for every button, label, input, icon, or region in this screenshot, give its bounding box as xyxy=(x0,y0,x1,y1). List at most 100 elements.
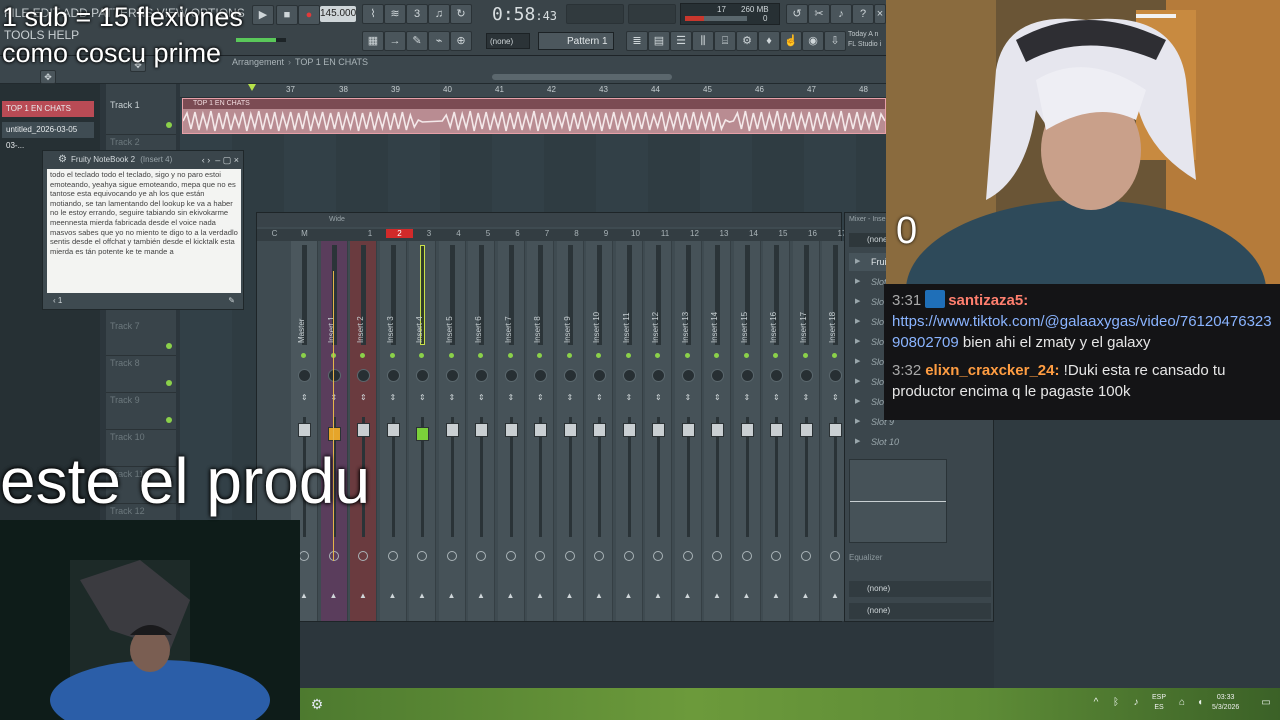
window-controls[interactable]: ‹ › – ▢ × xyxy=(202,151,239,169)
pan-knob[interactable] xyxy=(652,369,665,382)
mixer-strip[interactable]: Insert 6 ⇕ ▲ xyxy=(468,241,495,621)
stereo-icon[interactable]: ⇕ xyxy=(685,393,692,402)
mixer-strip[interactable]: Insert 15 ⇕ ▲ xyxy=(733,241,761,621)
mute-led[interactable] xyxy=(743,353,749,358)
chevron-up-icon[interactable]: ^ xyxy=(1090,697,1102,709)
route-button[interactable] xyxy=(623,551,634,561)
mute-led[interactable] xyxy=(625,353,631,358)
volume-fader[interactable] xyxy=(770,423,783,437)
slot-arrow-icon[interactable]: ▶ xyxy=(855,273,860,291)
track-header[interactable]: Track 8 xyxy=(106,356,176,393)
mixer-strip[interactable]: Insert 9 ⇕ ▲ xyxy=(556,241,584,621)
mixer-icon[interactable]: ⫼ xyxy=(692,31,714,51)
send-arrow-icon[interactable]: ▲ xyxy=(625,591,633,600)
pan-knob[interactable] xyxy=(327,369,341,382)
mute-led[interactable] xyxy=(507,353,513,358)
route-button[interactable] xyxy=(682,551,693,561)
slot-arrow-icon[interactable]: ▶ xyxy=(855,353,860,371)
notebook-titlebar[interactable]: ⚙ Fruity NoteBook 2 (Insert 4) ‹ › – ▢ × xyxy=(43,151,243,169)
mute-led[interactable] xyxy=(566,353,572,358)
pan-knob[interactable] xyxy=(622,369,636,382)
route-button[interactable] xyxy=(535,551,545,561)
route-button[interactable] xyxy=(800,551,811,561)
close-icon[interactable]: × xyxy=(874,4,886,24)
send-arrow-icon[interactable]: ▲ xyxy=(595,591,603,600)
piano-roll-icon[interactable]: ▤ xyxy=(648,31,670,51)
metronome-icon[interactable]: ⌇ xyxy=(362,4,384,24)
clock[interactable]: 03:33 5/3/2026 xyxy=(1212,693,1239,713)
edit-icon[interactable]: ✎ xyxy=(228,294,235,307)
gear-icon[interactable]: ⚙ xyxy=(58,154,67,166)
chat-username[interactable]: santizaza5: xyxy=(948,292,1028,309)
output-select[interactable]: (none) xyxy=(849,603,991,619)
bluetooth-icon[interactable]: ᛒ xyxy=(1110,697,1122,709)
send-arrow-icon[interactable]: ▲ xyxy=(684,591,692,600)
blend-notes-icon[interactable]: ♫ xyxy=(428,4,450,24)
stereo-icon[interactable]: ⇕ xyxy=(803,393,810,402)
mute-led[interactable] xyxy=(655,353,660,358)
language-indicator[interactable]: ESP ES xyxy=(1152,693,1166,713)
send-arrow-icon[interactable]: ▲ xyxy=(359,591,367,600)
mixer-strip[interactable]: Insert 3 ⇕ ▲ xyxy=(379,241,407,621)
volume-fader[interactable] xyxy=(829,423,842,437)
route-button[interactable] xyxy=(476,551,486,561)
stereo-icon[interactable]: ⇕ xyxy=(626,393,633,402)
route-button[interactable] xyxy=(830,551,840,561)
stereo-icon[interactable]: ⇕ xyxy=(714,393,721,402)
undo-icon[interactable]: ↺ xyxy=(786,4,808,24)
mixer-strip[interactable]: Insert 7 ⇕ ▲ xyxy=(497,241,525,621)
mixer-titlebar[interactable]: Wide xyxy=(257,213,841,227)
mixer-strip[interactable]: Insert 5 ⇕ ▲ xyxy=(438,241,466,621)
pan-knob[interactable] xyxy=(681,369,695,382)
stereo-icon[interactable]: ⇕ xyxy=(478,393,485,402)
tempo-display[interactable]: 145.000 xyxy=(320,6,356,22)
volume-fader[interactable] xyxy=(681,423,695,437)
send-arrow-icon[interactable]: ▲ xyxy=(566,591,574,600)
mute-led[interactable] xyxy=(419,353,424,358)
stereo-icon[interactable]: ⇕ xyxy=(331,393,338,402)
render-icon[interactable]: ⇩ xyxy=(824,31,846,51)
route-button[interactable] xyxy=(417,551,427,561)
volume-fader[interactable] xyxy=(357,423,370,437)
mute-led[interactable] xyxy=(389,353,395,358)
mixer-strip[interactable]: Insert 13 ⇕ ▲ xyxy=(674,241,702,621)
route-button[interactable] xyxy=(564,551,575,561)
paint-icon[interactable]: ⌁ xyxy=(428,31,450,51)
track-header[interactable]: Track 1 xyxy=(106,98,176,135)
pitch-knob[interactable] xyxy=(628,4,676,24)
volume-fader[interactable] xyxy=(475,423,488,437)
pan-knob[interactable] xyxy=(740,369,754,382)
send-arrow-icon[interactable]: ▲ xyxy=(802,591,810,600)
mixer-window[interactable]: Wide CM123456789101112131415161718 Maste… xyxy=(256,212,876,622)
notebook-window[interactable]: ⚙ Fruity NoteBook 2 (Insert 4) ‹ › – ▢ ×… xyxy=(42,150,244,310)
send-arrow-icon[interactable]: ▲ xyxy=(448,591,456,600)
stereo-icon[interactable]: ⇕ xyxy=(773,393,780,402)
move-icon[interactable]: ✥ xyxy=(40,70,56,84)
pan-knob[interactable] xyxy=(386,369,400,382)
cut-icon[interactable]: ✂ xyxy=(808,4,830,24)
volume-fader[interactable] xyxy=(711,423,724,437)
wait-input-icon[interactable]: ≋ xyxy=(384,4,406,24)
mixer-strip[interactable]: Insert 10 ⇕ ▲ xyxy=(586,241,613,621)
playhead-marker[interactable] xyxy=(248,84,256,91)
channel-rack-icon[interactable]: ☰ xyxy=(670,31,692,51)
mute-led[interactable] xyxy=(478,353,483,358)
send-arrow-icon[interactable]: ▲ xyxy=(772,591,780,600)
stamp-icon[interactable]: ⊕ xyxy=(450,31,472,51)
pattern-selector[interactable]: Pattern 1 xyxy=(538,32,614,50)
countdown-icon[interactable]: 3 xyxy=(406,4,428,24)
picker-audio-item[interactable]: untitled_2026-03-05 03-... xyxy=(2,122,94,150)
stereo-icon[interactable]: ⇕ xyxy=(655,393,662,402)
mixer-strip[interactable]: Insert 11 ⇕ ▲ xyxy=(615,241,643,621)
stereo-icon[interactable]: ⇕ xyxy=(419,393,426,402)
volume-fader[interactable] xyxy=(799,423,813,437)
pan-knob[interactable] xyxy=(711,369,724,382)
pan-knob[interactable] xyxy=(416,369,429,382)
horizontal-scrollbar[interactable] xyxy=(492,74,672,80)
record-audio-icon[interactable]: ◉ xyxy=(802,31,824,51)
stereo-icon[interactable]: ⇕ xyxy=(360,393,367,402)
mute-led[interactable] xyxy=(802,353,808,358)
plugin-picker-icon[interactable]: ♦ xyxy=(758,31,780,51)
pan-knob[interactable] xyxy=(534,369,547,382)
mic-icon[interactable]: ♪ xyxy=(830,4,852,24)
